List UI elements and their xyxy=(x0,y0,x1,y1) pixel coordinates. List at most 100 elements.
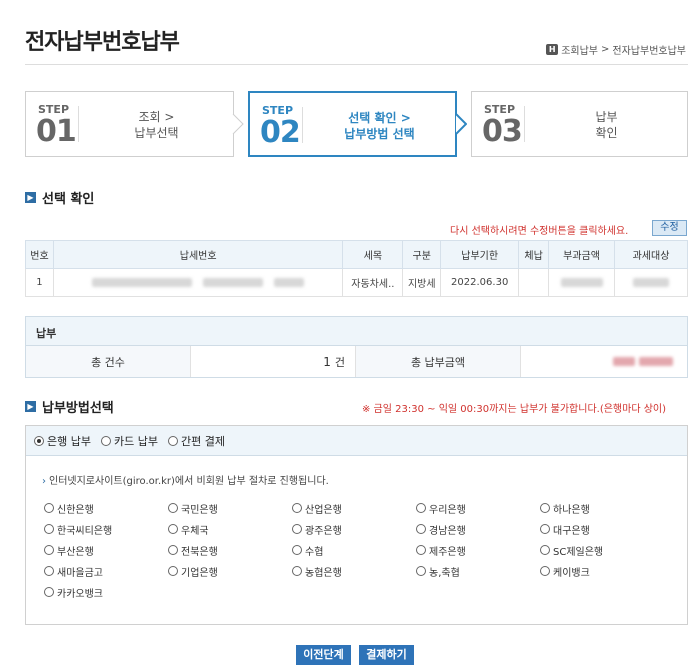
radio-label: 카드 납부 xyxy=(113,434,158,448)
radio-button[interactable] xyxy=(292,503,302,513)
bank-option[interactable]: 케이뱅크 xyxy=(540,563,664,579)
radio-button[interactable] xyxy=(292,524,302,534)
bank-option[interactable]: 하나은행 xyxy=(540,500,664,516)
tax-target-redacted xyxy=(614,268,688,297)
bank-name: 국민은행 xyxy=(181,504,218,516)
step-text-line: 조회 > xyxy=(138,110,175,124)
bank-option[interactable]: 제주은행 xyxy=(416,542,540,558)
breadcrumb: H 조회납부 > 전자납부번호납부 xyxy=(546,42,686,57)
breadcrumb-item[interactable]: 조회납부 xyxy=(561,42,598,57)
step-text-line: 확인 xyxy=(595,126,618,140)
redacted-text xyxy=(633,277,670,287)
redacted-text xyxy=(560,277,603,287)
title-divider xyxy=(25,64,688,65)
radio-button[interactable] xyxy=(168,545,178,555)
divider xyxy=(78,106,79,142)
bank-option[interactable]: 수협 xyxy=(292,542,416,558)
bank-option[interactable]: 부산은행 xyxy=(44,542,168,558)
selection-section-title: ▶ 선택 확인 xyxy=(25,188,94,207)
radio-button[interactable] xyxy=(44,545,54,555)
redacted-text xyxy=(91,277,192,287)
bank-option[interactable]: 대구은행 xyxy=(540,521,664,537)
chevron-right-icon xyxy=(232,113,244,135)
radio-button[interactable] xyxy=(292,566,302,576)
home-icon[interactable]: H xyxy=(546,44,559,55)
bank-option[interactable]: 신한은행 xyxy=(44,500,168,516)
radio-button[interactable] xyxy=(168,524,178,534)
radio-button[interactable] xyxy=(168,503,178,513)
breadcrumb-item: 전자납부번호납부 xyxy=(612,46,686,57)
tax-item: 자동차세.. xyxy=(342,268,404,297)
payment-summary: 납부 총 건수 1 건 총 납부금액 xyxy=(25,316,688,378)
bank-option[interactable]: 농협은행 xyxy=(292,563,416,579)
bank-option[interactable]: 우체국 xyxy=(168,521,292,537)
bank-option[interactable]: 농,축협 xyxy=(416,563,540,579)
radio-button[interactable] xyxy=(167,435,178,446)
radio-button[interactable] xyxy=(416,545,426,555)
bank-name: 케이뱅크 xyxy=(553,567,590,579)
bank-option[interactable]: 카카오뱅크 xyxy=(44,584,168,600)
bank-option[interactable]: 새마을금고 xyxy=(44,563,168,579)
redacted-text xyxy=(639,357,673,366)
step-number: 01 xyxy=(36,114,77,149)
section-arrow-icon: ▶ xyxy=(25,401,36,412)
radio-button[interactable] xyxy=(540,566,550,576)
arrears xyxy=(518,268,550,297)
count-value: 1 xyxy=(323,354,331,369)
bank-option[interactable]: SC제일은행 xyxy=(540,542,664,558)
radio-button[interactable] xyxy=(100,435,111,446)
bank-option[interactable]: 한국씨티은행 xyxy=(44,521,168,537)
edit-button[interactable]: 수정 xyxy=(652,220,687,236)
radio-simple-payment[interactable]: 간편 결제 xyxy=(167,433,225,449)
giro-note-text: 인터넷지로사이트(giro.or.kr)에서 비회원 납부 절차로 진행됩니다. xyxy=(49,476,329,487)
page-title: 전자납부번호납부 xyxy=(25,30,180,55)
section-title-text: 선택 확인 xyxy=(42,192,95,207)
radio-button[interactable] xyxy=(34,435,44,446)
chevron-right-icon xyxy=(455,113,467,135)
step-3: STEP 03 납부 확인 xyxy=(471,91,688,157)
bank-option[interactable]: 국민은행 xyxy=(168,500,292,516)
row-number: 1 xyxy=(25,268,54,297)
radio-button[interactable] xyxy=(292,545,302,555)
radio-card-payment[interactable]: 카드 납부 xyxy=(100,433,158,449)
radio-label: 간편 결제 xyxy=(180,434,225,448)
method-section-title: ▶ 납부방법선택 xyxy=(25,397,114,416)
bank-option[interactable]: 광주은행 xyxy=(292,521,416,537)
radio-bank-payment[interactable]: 은행 납부 xyxy=(34,433,91,449)
radio-button[interactable] xyxy=(416,566,426,576)
pay-button[interactable]: 결제하기 xyxy=(359,645,414,665)
radio-button[interactable] xyxy=(44,587,54,597)
radio-button[interactable] xyxy=(44,566,54,576)
payment-summary-row: 총 건수 1 건 총 납부금액 xyxy=(26,346,687,377)
radio-button[interactable] xyxy=(540,545,550,555)
prev-step-button[interactable]: 이전단계 xyxy=(296,645,351,665)
radio-button[interactable] xyxy=(44,524,54,534)
step-text: 납부 확인 xyxy=(530,109,683,141)
col-header: 세목 xyxy=(342,240,404,269)
radio-button[interactable] xyxy=(540,503,550,513)
step-indicator: STEP 01 조회 > 납부선택 STEP 02 선택 확인 > 납부방법 선… xyxy=(25,91,688,157)
radio-button[interactable] xyxy=(416,503,426,513)
count-unit: 건 xyxy=(334,355,345,369)
bank-name: 농협은행 xyxy=(305,567,342,579)
col-header: 부과금액 xyxy=(548,240,616,269)
col-header: 번호 xyxy=(25,240,54,269)
radio-button[interactable] xyxy=(540,524,550,534)
edit-notice: 다시 선택하시려면 수정버튼을 클릭하세요. xyxy=(450,226,629,237)
bank-name: 카카오뱅크 xyxy=(57,588,103,600)
radio-button[interactable] xyxy=(416,524,426,534)
bank-option[interactable]: 전북은행 xyxy=(168,542,292,558)
bank-option[interactable]: 경남은행 xyxy=(416,521,540,537)
radio-button[interactable] xyxy=(44,503,54,513)
radio-button[interactable] xyxy=(168,566,178,576)
step-text-line: 선택 확인 > xyxy=(348,111,411,125)
step-text-line: 납부방법 선택 xyxy=(344,127,415,141)
payment-method-box: 은행 납부 카드 납부 간편 결제 › 인터넷지로사이트(giro.or.kr)에… xyxy=(25,425,688,625)
count-label: 총 건수 xyxy=(26,346,191,377)
bank-option[interactable]: 우리은행 xyxy=(416,500,540,516)
bank-option[interactable]: 산업은행 xyxy=(292,500,416,516)
bank-name: 우리은행 xyxy=(429,504,466,516)
bank-name: 산업은행 xyxy=(305,504,342,516)
bank-option[interactable]: 기업은행 xyxy=(168,563,292,579)
col-header: 과세대상 xyxy=(614,240,688,269)
